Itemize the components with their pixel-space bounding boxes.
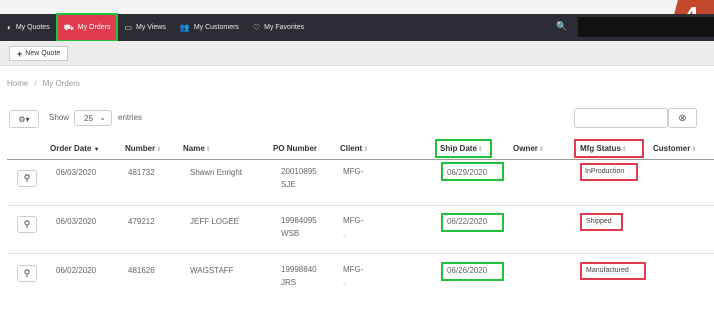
nav-label: My Customers [193,24,239,31]
ship-date-cell: 06/26/2020 [447,266,488,275]
nav-my-favorites[interactable]: ♡ My Favorites [246,14,311,41]
number-cell[interactable]: 481626 [128,266,155,275]
po-number-cell: 20010895 SJE [281,167,317,189]
nav-label: My Favorites [264,24,305,31]
name-cell: JEFF LOGEE [190,217,239,226]
ship-date-highlight [435,139,492,158]
ship-date-cell: 06/29/2020 [447,168,488,177]
new-quote-button[interactable]: + New Quote [9,46,69,61]
nav-label: My Quotes [15,24,50,31]
table-filter-input[interactable] [574,108,668,128]
po-number-cell: 19998840 JRS [281,265,317,287]
entries-label: entries [118,113,143,122]
quotes-icon: ◐ [7,23,12,32]
view-order-button[interactable]: ⚲ [17,216,37,233]
col-name[interactable]: Name⇕ [183,144,211,153]
name-cell: Shawn Enright [190,168,243,177]
number-cell[interactable]: 479212 [128,217,155,226]
order-date-cell: 06/03/2020 [56,168,97,177]
breadcrumb-home[interactable]: Home [7,79,28,88]
order-date-cell: 06/03/2020 [56,217,97,226]
view-order-button[interactable]: ⚲ [17,265,37,282]
clear-icon: ⊗ [678,112,687,124]
nav-my-views[interactable]: ▭ My Views [117,14,172,41]
nav-label: My Orders [77,24,111,31]
mfg-status-cell: Shipped [586,218,612,225]
view-order-button[interactable]: ⚲ [17,170,37,187]
clear-filter-button[interactable]: ⊗ [668,108,697,128]
breadcrumb: Home / My Orders [7,79,80,88]
search-icon: ⚲ [23,268,31,278]
mfg-status-cell: Manufactured [586,267,629,274]
number-cell[interactable]: 481732 [128,168,155,177]
header-divider [7,159,714,160]
nav-my-customers[interactable]: 👥 My Customers [173,14,246,41]
breadcrumb-current: My Orders [42,79,80,88]
plus-icon: + [17,48,23,59]
nav-label: My Views [136,24,166,31]
entries-value: 25 [84,113,93,123]
search-icon: ⚲ [23,219,31,229]
col-order-date[interactable]: Order Date ▼ [50,144,100,153]
col-number[interactable]: Number⇕ [125,144,161,153]
client-cell: MFG-. [343,216,364,238]
client-cell: MFG- [343,167,364,176]
breadcrumb-separator: / [34,79,37,88]
search-input[interactable] [578,17,714,37]
ship-date-cell: 06/22/2020 [447,217,488,226]
heart-icon: ♡ [252,23,261,32]
nav-my-orders[interactable]: ⛟ My Orders [55,13,119,42]
chevron-down-icon: ⌄ [99,113,106,122]
show-label: Show [49,113,70,122]
col-po-number[interactable]: PO Number [273,144,317,153]
row-divider [7,253,714,254]
truck-icon: ⛟ [63,22,74,32]
entries-select[interactable]: 25 ⌄ [74,110,112,126]
top-area: 4 ◐ My Quotes ⛟ My Orders ▭ My Views 👥 M… [0,0,714,42]
po-number-cell: 19984095 WSB [281,216,317,238]
mfg-status-cell: InProduction [585,168,625,175]
mfg-status-highlight [574,139,644,158]
search-icon[interactable]: 🔍 [556,21,567,32]
search-icon: ⚲ [23,173,31,183]
gear-icon: ⚙▾ [18,114,30,124]
order-date-cell: 06/02/2020 [56,266,97,275]
col-customer[interactable]: Customer⇕ [653,144,696,153]
users-icon: 👥 [179,23,190,32]
col-owner[interactable]: Owner⇕ [513,144,544,153]
row-divider [7,205,714,206]
col-client[interactable]: Client⇕ [340,144,368,153]
nav-my-quotes[interactable]: ◐ My Quotes [0,14,57,41]
settings-dropdown-button[interactable]: ⚙▾ [9,110,39,128]
new-quote-label: New Quote [25,50,61,57]
name-cell: WAGSTAFF [190,266,234,275]
client-cell: MFG-. [343,265,364,287]
toolbar: + New Quote [0,41,714,66]
main-navbar: ◐ My Quotes ⛟ My Orders ▭ My Views 👥 My … [0,13,714,42]
folder-icon: ▭ [124,23,133,32]
